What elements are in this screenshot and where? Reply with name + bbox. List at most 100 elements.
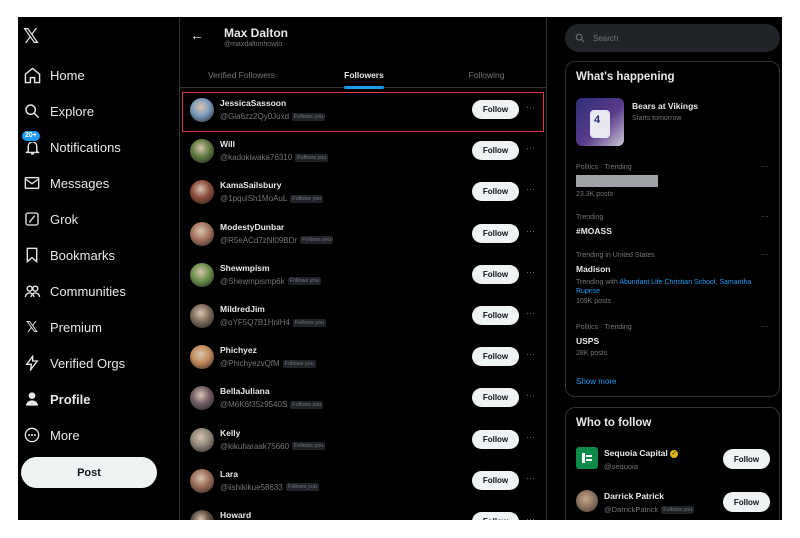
follow-button[interactable]: Follow [472,223,519,243]
follower-name[interactable]: ModestyDunbar [220,222,284,232]
account-avatar[interactable] [576,447,598,469]
avatar[interactable] [190,139,214,164]
follow-button[interactable]: Follow [723,449,770,469]
follow-button[interactable]: Follow [472,182,519,202]
follower-row[interactable]: Lara @iishikikue58633 Follows you Follow ··· [180,463,548,503]
avatar[interactable] [190,427,214,452]
follower-name[interactable]: Phichyez [220,345,257,355]
follow-button[interactable]: Follow [472,100,519,119]
sidebar-item-notifications[interactable]: 20+ Notifications [21,130,121,162]
account-name[interactable]: Darrick Patrick [604,491,664,501]
follower-name[interactable]: Kelly [220,428,240,438]
follow-button[interactable]: Follow [723,492,770,512]
search-icon [575,33,585,43]
search-input[interactable] [593,33,753,43]
follower-row[interactable]: Will @kadokiwaka76310 Follows you Follow ··· [180,133,548,173]
follow-button[interactable]: Follow [472,388,519,408]
sidebar-item-more[interactable]: More [21,420,80,450]
follower-row[interactable]: KamaSailsbury @1pqulSh1MoAuL Follows you Fo… [180,174,548,214]
more-options-icon[interactable]: ··· [526,226,535,236]
follower-name[interactable]: JessicaSassoon [220,98,286,108]
more-options-icon[interactable]: ··· [526,308,535,318]
follow-button[interactable]: Follow [472,306,519,325]
search-box[interactable] [565,24,780,52]
event-thumbnail[interactable]: 4 [576,98,624,146]
follower-row[interactable]: Kelly @kikuharaak75660 Follows you Follow ··… [180,422,548,462]
sidebar-item-verified-orgs[interactable]: Verified Orgs [21,348,125,378]
follow-button[interactable]: Follow [472,141,519,161]
more-options-icon[interactable]: ··· [526,184,535,194]
follow-button[interactable]: Follow [472,347,519,367]
x-logo-icon[interactable]: 𝕏 [23,25,45,47]
account-name[interactable]: Sequoia Capital ✓ [604,448,679,458]
bookmark-icon [21,244,43,266]
follower-row[interactable]: Shewmpism @Shewmpismp6k Follows you Follow ·… [180,257,548,297]
follower-row[interactable]: Phichyez @PhichyezvQfM Follows you Follow ··… [180,339,548,379]
more-options-icon[interactable]: ··· [761,250,769,259]
follow-button[interactable]: Follow [472,470,519,490]
trend-name[interactable]: #MOASS [576,226,612,236]
follower-handle-line: @R5eACd7zNl09BDr Follows you [220,236,334,245]
avatar[interactable] [190,304,214,328]
trend-name[interactable]: Madison [576,264,610,274]
avatar[interactable] [190,221,214,246]
follow-button[interactable]: Follow [472,429,519,449]
more-options-icon[interactable]: ··· [526,267,535,277]
tab-followers[interactable]: Followers [303,61,425,89]
follower-name[interactable]: KamaSailsbury [220,180,281,190]
follower-row[interactable]: JessicaSassoon @Gia6zz2Qy0Juxd Follows you… [182,92,544,132]
account-avatar[interactable] [576,490,598,512]
more-options-icon[interactable]: ··· [526,143,535,153]
sidebar-item-label: Profile [50,391,91,407]
avatar[interactable] [190,180,214,205]
avatar[interactable] [190,98,214,122]
more-options-icon[interactable]: ··· [526,102,535,112]
sidebar-item-home[interactable]: Home [21,60,85,90]
follower-name[interactable]: Howard [220,510,251,520]
follow-button[interactable]: Follow [472,512,519,520]
tab-following[interactable]: Following [425,61,548,88]
follower-row[interactable]: BellaJuliana @M6K6f35z9540S Follows you Fol… [180,380,548,420]
more-options-icon[interactable]: ··· [526,390,535,400]
follower-row[interactable]: Howard Follow ··· [180,504,548,520]
avatar[interactable] [190,262,214,287]
sidebar-item-communities[interactable]: Communities [21,276,126,306]
trend-count: 28K posts [576,350,608,357]
tab-verified-followers[interactable]: Verified Followers [180,61,303,88]
sidebar-item-premium[interactable]: 𝕏 Premium [21,312,102,342]
follower-name[interactable]: Lara [220,469,238,479]
follower-handle-line: @1pqulSh1MoAuL Follows you [220,194,324,203]
more-options-icon[interactable]: ··· [761,322,769,331]
follow-button[interactable]: Follow [472,264,519,284]
trend-name[interactable]: USPS [576,336,599,346]
sidebar-item-grok[interactable]: Grok [21,204,78,234]
sidebar-item-profile[interactable]: Profile [21,384,90,414]
profile-name: Max Dalton [224,26,289,40]
follower-row[interactable]: MildredJim @oYF5Q7B1HnlH4 Follows you Follo… [180,298,548,338]
follower-name[interactable]: BellaJuliana [220,386,270,396]
avatar[interactable] [190,468,214,493]
avatar[interactable] [190,386,214,411]
more-options-icon[interactable]: ··· [526,473,535,483]
follower-name[interactable]: Shewmpism [220,263,270,273]
follower-name[interactable]: Will [220,139,235,149]
more-options-icon[interactable]: ··· [761,162,769,171]
event-subtitle: Starts tomorrow [632,115,682,122]
sidebar-item-explore[interactable]: Explore [21,96,94,126]
follower-name[interactable]: MildredJim [220,304,265,314]
more-options-icon[interactable]: ··· [526,349,535,359]
event-title[interactable]: Bears at Vikings [632,101,698,111]
avatar[interactable] [190,345,214,370]
more-options-icon[interactable]: ··· [761,212,769,221]
sidebar-item-messages[interactable]: Messages [21,168,109,198]
back-arrow-icon[interactable]: ← [190,27,204,43]
sidebar-item-bookmarks[interactable]: Bookmarks [21,240,115,270]
avatar[interactable] [190,510,214,520]
follows-you-badge: Follows you [290,194,324,203]
follower-handle-line: @PhichyezvQfM Follows you [220,359,316,368]
show-more-link[interactable]: Show more [576,377,616,386]
follower-row[interactable]: ModestyDunbar @R5eACd7zNl09BDr Follows you… [180,216,548,256]
more-options-icon[interactable]: ··· [526,432,535,442]
more-options-icon[interactable]: ··· [526,514,535,520]
post-button[interactable]: Post [21,457,157,488]
